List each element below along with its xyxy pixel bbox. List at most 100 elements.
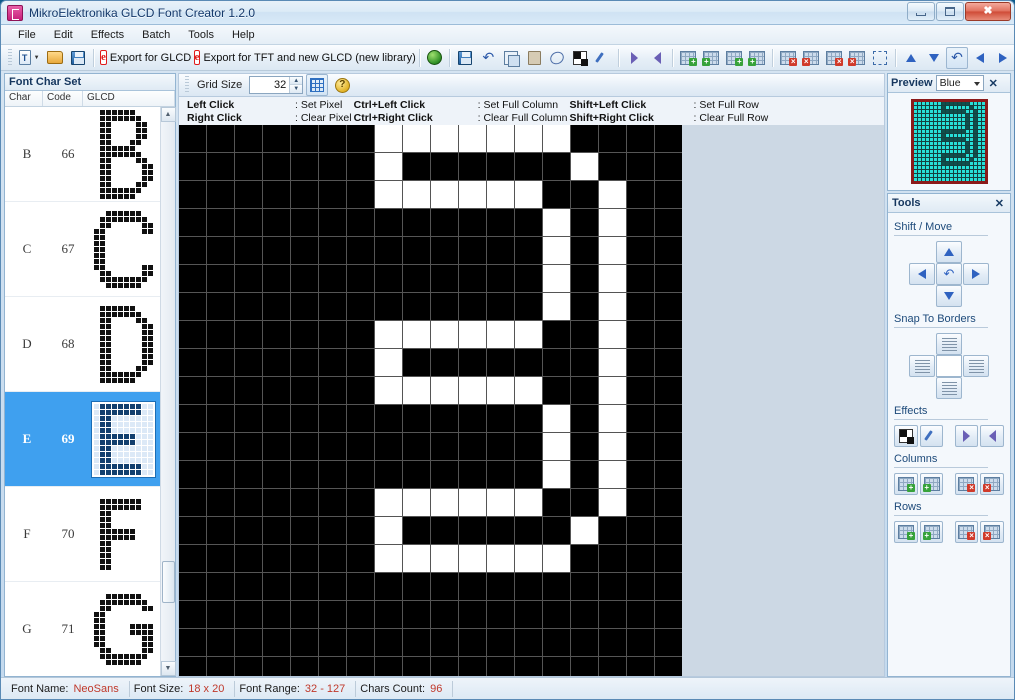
pixel-cell[interactable] [571, 545, 598, 572]
menu-batch[interactable]: Batch [133, 27, 179, 43]
pixel-cell[interactable] [375, 265, 402, 292]
pixel-cell[interactable] [655, 601, 682, 628]
pixel-cell[interactable] [403, 405, 430, 432]
pixel-cell[interactable] [571, 489, 598, 516]
pixel-cell[interactable] [655, 237, 682, 264]
menu-edit[interactable]: Edit [45, 27, 82, 43]
pixel-cell[interactable] [431, 545, 458, 572]
pixel-cell[interactable] [515, 321, 542, 348]
pixel-cell[interactable] [319, 293, 346, 320]
pixel-cell[interactable] [431, 125, 458, 152]
pixel-cell[interactable] [543, 377, 570, 404]
pixel-cell[interactable] [599, 237, 626, 264]
pixel-cell[interactable] [291, 489, 318, 516]
grid-size-stepper[interactable]: 32 ▲ ▼ [249, 76, 304, 94]
delete-column-right-button[interactable]: × [800, 47, 822, 69]
pixel-cell[interactable] [627, 209, 654, 236]
pixel-cell[interactable] [291, 181, 318, 208]
pixel-cell[interactable] [291, 237, 318, 264]
pixel-cell[interactable] [627, 349, 654, 376]
pixel-cell[interactable] [515, 377, 542, 404]
preview-close-button[interactable]: ✕ [987, 77, 1000, 90]
pixel-cell[interactable] [347, 153, 374, 180]
pixel-cell[interactable] [487, 657, 514, 676]
pixel-cell[interactable] [459, 349, 486, 376]
pixel-cell[interactable] [543, 321, 570, 348]
pixel-cell[interactable] [179, 349, 206, 376]
pixel-cell[interactable] [599, 293, 626, 320]
copy-button[interactable] [500, 47, 522, 69]
pixel-cell[interactable] [571, 237, 598, 264]
pixel-cell[interactable] [459, 629, 486, 656]
pixel-cell[interactable] [263, 377, 290, 404]
pixel-cell[interactable] [431, 601, 458, 628]
snap-left-button[interactable] [909, 355, 935, 377]
pixel-cell[interactable] [207, 321, 234, 348]
pixel-cell[interactable] [179, 237, 206, 264]
pixel-cell[interactable] [543, 209, 570, 236]
effects-flip-vertical-button[interactable] [980, 425, 1004, 447]
pixel-cell[interactable] [207, 125, 234, 152]
minimize-button[interactable] [907, 2, 935, 21]
pixel-cell[interactable] [571, 405, 598, 432]
pixel-cell[interactable] [403, 321, 430, 348]
grid-size-decrement-button[interactable]: ▼ [290, 85, 303, 93]
pixel-cell[interactable] [571, 125, 598, 152]
pixel-cell[interactable] [487, 377, 514, 404]
add-column-left-button[interactable]: + [894, 473, 918, 495]
pixel-cell[interactable] [207, 181, 234, 208]
pixel-cell[interactable] [319, 209, 346, 236]
effects-brush-button[interactable] [919, 425, 944, 447]
pixel-cell[interactable] [263, 349, 290, 376]
pixel-cell[interactable] [207, 489, 234, 516]
pixel-cell[interactable] [319, 125, 346, 152]
add-column-right-button[interactable]: + [919, 473, 944, 495]
toggle-grid-button[interactable] [306, 74, 329, 96]
pixel-cell[interactable] [347, 601, 374, 628]
pixel-cell[interactable] [655, 125, 682, 152]
pixel-cell[interactable] [179, 209, 206, 236]
pixel-cell[interactable] [207, 405, 234, 432]
pixel-cell[interactable] [599, 209, 626, 236]
pixel-cell[interactable] [347, 349, 374, 376]
pixel-cell[interactable] [599, 629, 626, 656]
pixel-cell[interactable] [487, 629, 514, 656]
pixel-cell[interactable] [431, 489, 458, 516]
pixel-cell[interactable] [179, 573, 206, 600]
pixel-cell[interactable] [655, 629, 682, 656]
pixel-cell[interactable] [515, 517, 542, 544]
reset-shift-button[interactable]: ↶ [936, 263, 962, 285]
pixel-cell[interactable] [655, 153, 682, 180]
pixel-cell[interactable] [375, 293, 402, 320]
pixel-cell[interactable] [179, 629, 206, 656]
pixel-cell[interactable] [431, 657, 458, 676]
pixel-cell[interactable] [179, 153, 206, 180]
pixel-cell[interactable] [487, 153, 514, 180]
pixel-cell[interactable] [627, 153, 654, 180]
pixel-cell[interactable] [655, 321, 682, 348]
pixel-cell[interactable] [571, 601, 598, 628]
pixel-cell[interactable] [207, 265, 234, 292]
pixel-cell[interactable] [235, 433, 262, 460]
pixel-cell[interactable] [487, 209, 514, 236]
pixel-cell[interactable] [347, 265, 374, 292]
pixel-cell[interactable] [599, 657, 626, 676]
pixel-cell[interactable] [347, 433, 374, 460]
pixel-cell[interactable] [179, 125, 206, 152]
pixel-cell[interactable] [515, 153, 542, 180]
pixel-cell[interactable] [459, 321, 486, 348]
pixel-cell[interactable] [207, 377, 234, 404]
pixel-cell[interactable] [655, 489, 682, 516]
pixel-cell[interactable] [403, 377, 430, 404]
pixel-cell[interactable] [207, 433, 234, 460]
pixel-cell[interactable] [655, 545, 682, 572]
pixel-cell[interactable] [599, 461, 626, 488]
pixel-cell[interactable] [515, 405, 542, 432]
delete-row-bottom-button[interactable]: × [980, 521, 1004, 543]
pixel-cell[interactable] [207, 573, 234, 600]
delete-column-right-button[interactable]: × [980, 473, 1004, 495]
pixel-cell[interactable] [627, 433, 654, 460]
pixel-cell[interactable] [627, 489, 654, 516]
pixel-cell[interactable] [207, 657, 234, 676]
pixel-cell[interactable] [599, 265, 626, 292]
